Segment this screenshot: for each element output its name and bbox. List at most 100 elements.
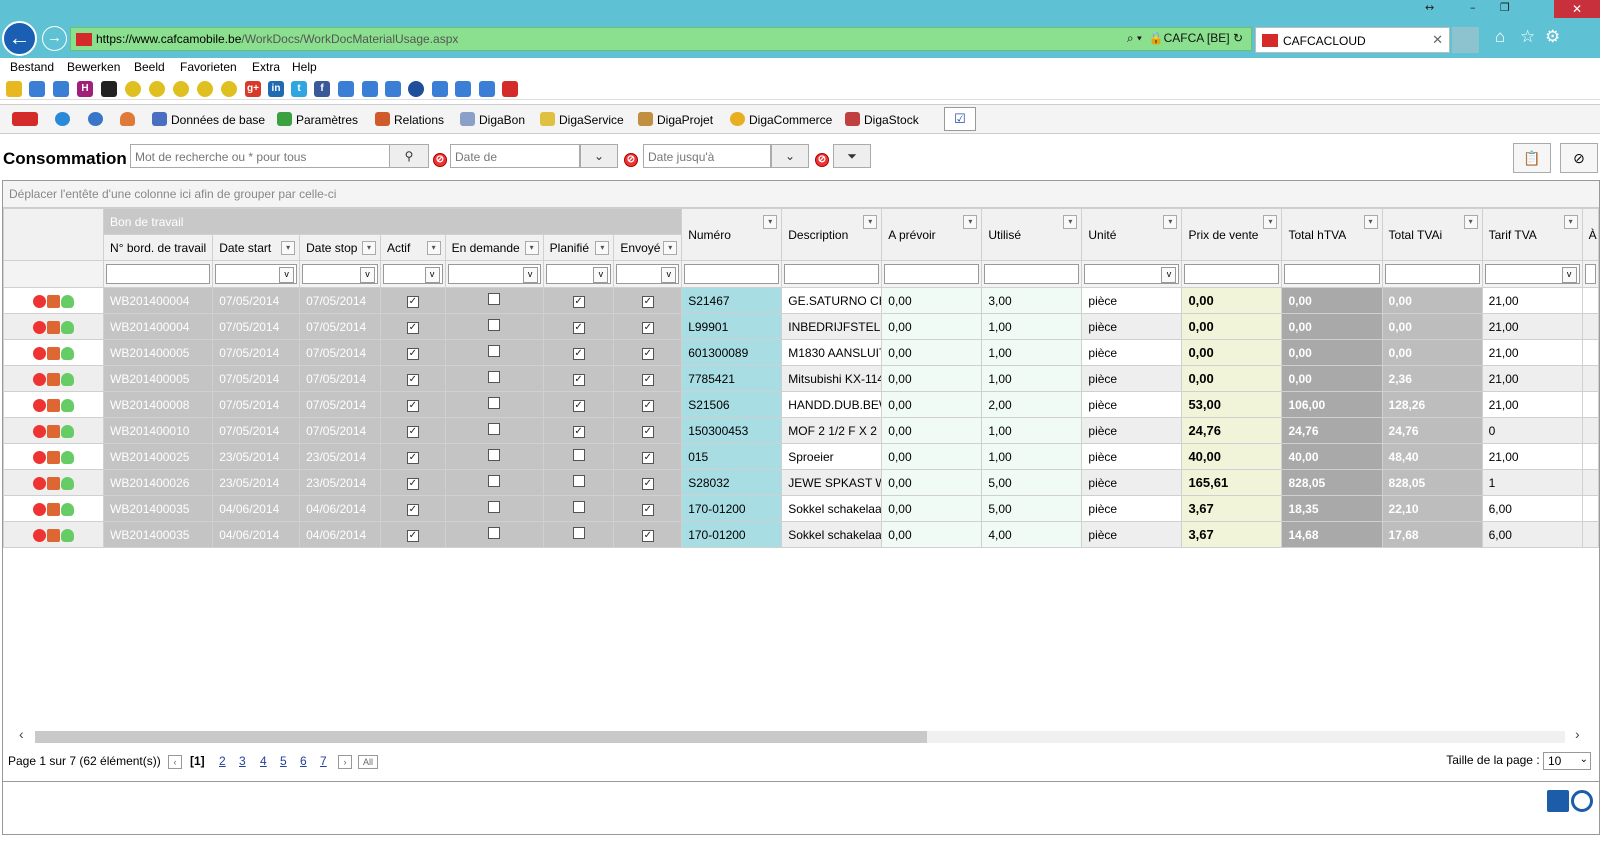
demande-checkbox[interactable] xyxy=(488,371,501,383)
ie-link-icon[interactable] xyxy=(29,81,45,97)
refresh-icon[interactable]: ↻ xyxy=(1233,31,1243,45)
menu-beeld[interactable]: Beeld xyxy=(134,60,165,74)
search-input[interactable]: Mot de recherche ou * pour tous xyxy=(130,144,390,168)
table-row[interactable]: WB201400004 07/05/2014 07/05/2014 ✓ ✓ ✓ L99901… xyxy=(2,313,1600,340)
home-icon[interactable]: ⌂ xyxy=(1495,27,1505,47)
col-header-envoye[interactable]: Envoyé ▾ xyxy=(613,234,683,261)
column-menu-icon[interactable]: ▾ xyxy=(1463,215,1478,229)
page-link-6[interactable]: 6 xyxy=(300,754,307,768)
demande-checkbox[interactable] xyxy=(488,293,501,305)
menu-bewerken[interactable]: Bewerken xyxy=(67,60,120,74)
document-icon[interactable] xyxy=(46,502,60,516)
filter-en-demande-select[interactable] xyxy=(447,264,541,284)
refresh-icon[interactable] xyxy=(1571,790,1593,812)
table-row[interactable]: WB201400008 07/05/2014 07/05/2014 ✓ ✓ ✓ S21506… xyxy=(2,391,1600,418)
column-menu-icon[interactable]: ▾ xyxy=(863,215,878,229)
actif-checkbox[interactable]: ✓ xyxy=(406,400,419,412)
bulb-icon[interactable] xyxy=(60,528,74,542)
document-icon[interactable] xyxy=(46,528,60,542)
user-icon[interactable] xyxy=(120,112,139,127)
bulb-icon[interactable] xyxy=(60,502,74,516)
delete-icon[interactable] xyxy=(32,372,46,386)
globe-icon[interactable] xyxy=(408,81,424,97)
facebook-icon[interactable]: f xyxy=(314,81,330,97)
demande-checkbox[interactable] xyxy=(488,449,501,461)
table-row[interactable]: WB201400004 07/05/2014 07/05/2014 ✓ ✓ ✓ S21467… xyxy=(2,287,1600,314)
menu-help[interactable]: Help xyxy=(292,60,317,74)
col-header-bord[interactable]: N° bord. de travail xyxy=(103,234,214,261)
column-menu-icon[interactable]: ▾ xyxy=(524,241,539,255)
col-header-prix-vente[interactable]: Prix de vente ▾ xyxy=(1181,208,1283,261)
flag-icon[interactable] xyxy=(101,81,117,97)
bulb-icon[interactable] xyxy=(60,346,74,360)
filter-tarif-select[interactable] xyxy=(1484,264,1580,284)
col-header-en-demande[interactable]: En demande ▾ xyxy=(444,234,544,261)
filter-button[interactable]: ⏷ xyxy=(833,144,871,168)
scroll-thumb[interactable] xyxy=(35,731,927,743)
table-row[interactable]: WB201400005 07/05/2014 07/05/2014 ✓ ✓ ✓ 601300… xyxy=(2,339,1600,366)
planifie-checkbox[interactable]: ✓ xyxy=(572,374,585,386)
page-link-2[interactable]: 2 xyxy=(219,754,226,768)
actif-checkbox[interactable]: ✓ xyxy=(406,530,419,542)
cafca-icon[interactable] xyxy=(502,81,518,97)
filter-tvai-input[interactable] xyxy=(1384,264,1480,284)
column-menu-icon[interactable]: ▾ xyxy=(426,241,441,255)
planifie-checkbox[interactable]: ✓ xyxy=(572,322,585,334)
cafca-logo[interactable] xyxy=(12,112,42,127)
envoye-checkbox[interactable]: ✓ xyxy=(641,296,654,308)
delete-icon[interactable] xyxy=(32,398,46,412)
table-row[interactable]: WB201400005 07/05/2014 07/05/2014 ✓ ✓ ✓ 778542… xyxy=(2,365,1600,392)
planifie-checkbox[interactable]: ✓ xyxy=(572,426,585,438)
document-icon[interactable] xyxy=(46,320,60,334)
column-menu-icon[interactable]: ▾ xyxy=(281,241,296,255)
bulb-icon[interactable] xyxy=(60,372,74,386)
planifie-checkbox[interactable] xyxy=(572,527,585,539)
date-to-dropdown[interactable]: ⌄ xyxy=(771,144,809,168)
bulb-icon[interactable] xyxy=(60,294,74,308)
document-icon[interactable] xyxy=(46,424,60,438)
date-from-input[interactable]: Date de xyxy=(450,144,580,168)
col-header-actif[interactable]: Actif ▾ xyxy=(379,234,446,261)
col-header-numero[interactable]: Numéro ▾ xyxy=(681,208,783,261)
scroll-right-icon[interactable]: › xyxy=(1575,726,1580,742)
document-icon[interactable] xyxy=(46,294,60,308)
planifie-checkbox[interactable] xyxy=(572,501,585,513)
demande-checkbox[interactable] xyxy=(488,319,501,331)
forward-button[interactable]: → xyxy=(42,26,67,51)
demande-checkbox[interactable] xyxy=(488,397,501,409)
toolbar-parametres[interactable]: Paramètres xyxy=(277,112,358,127)
sync-icon[interactable] xyxy=(88,112,107,127)
group-drop-zone[interactable]: Déplacer l'entête d'une colonne ici afin… xyxy=(3,181,1599,208)
table-row[interactable]: WB201400035 04/06/2014 04/06/2014 ✓ ✓ 170-012… xyxy=(2,495,1600,522)
demande-checkbox[interactable] xyxy=(488,501,501,513)
envoye-checkbox[interactable]: ✓ xyxy=(641,322,654,334)
document-icon[interactable] xyxy=(46,398,60,412)
filter-prix-input[interactable] xyxy=(1184,264,1280,284)
actif-checkbox[interactable]: ✓ xyxy=(406,322,419,334)
col-header-utilise[interactable]: Utilisé ▾ xyxy=(981,208,1083,261)
ie-link-icon[interactable] xyxy=(338,81,354,97)
demande-checkbox[interactable] xyxy=(488,423,501,435)
actif-checkbox[interactable]: ✓ xyxy=(406,504,419,516)
column-menu-icon[interactable]: ▾ xyxy=(1363,215,1378,229)
actif-checkbox[interactable]: ✓ xyxy=(406,374,419,386)
ie-link-icon[interactable] xyxy=(455,81,471,97)
envoye-checkbox[interactable]: ✓ xyxy=(641,400,654,412)
actif-checkbox[interactable]: ✓ xyxy=(406,478,419,490)
favorites-star-icon[interactable] xyxy=(6,81,22,97)
date-from-dropdown[interactable]: ⌄ xyxy=(580,144,618,168)
column-menu-icon[interactable]: ▾ xyxy=(361,241,376,255)
page-size-select[interactable]: 10 ⌄ xyxy=(1543,752,1591,770)
toolbar-digaprojet[interactable]: DigaProjet xyxy=(638,112,713,127)
table-row[interactable]: WB201400035 04/06/2014 04/06/2014 ✓ ✓ 170-012… xyxy=(2,521,1600,548)
delete-icon[interactable] xyxy=(32,424,46,438)
filter-utilise-input[interactable] xyxy=(984,264,1080,284)
all-pages-button[interactable]: All xyxy=(358,755,378,769)
menu-extra[interactable]: Extra xyxy=(252,60,280,74)
delete-icon[interactable] xyxy=(32,320,46,334)
filter-numero-input[interactable] xyxy=(684,264,780,284)
filter-description-input[interactable] xyxy=(784,264,880,284)
envoye-checkbox[interactable]: ✓ xyxy=(641,452,654,464)
planifie-checkbox[interactable]: ✓ xyxy=(572,400,585,412)
clear-date-to-icon[interactable]: ⊘ xyxy=(815,153,829,167)
